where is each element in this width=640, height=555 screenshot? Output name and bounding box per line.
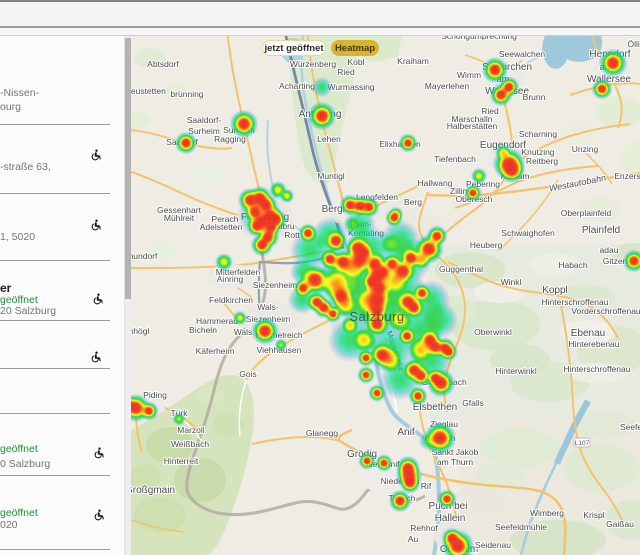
svg-text:Hinterschroffenau: Hinterschroffenau xyxy=(564,364,631,374)
svg-text:am Thurn: am Thurn xyxy=(437,457,473,467)
svg-text:Seefel: Seefel xyxy=(620,422,640,432)
svg-text:Winkl: Winkl xyxy=(501,277,522,287)
svg-text:Vorderschroffenau: Vorderschroffenau xyxy=(571,306,640,316)
svg-text:Wimberg: Wimberg xyxy=(530,508,564,518)
svg-text:Kraiham: Kraiham xyxy=(397,56,429,66)
svg-text:Muntigl: Muntigl xyxy=(317,171,345,181)
svg-text:Wals: Wals xyxy=(234,327,253,337)
svg-text:Ried: Ried xyxy=(337,67,355,77)
svg-text:Hinterebenau: Hinterebenau xyxy=(568,339,619,349)
svg-text:Au: Au xyxy=(408,534,419,544)
svg-text:Rehhof: Rehhof xyxy=(410,523,438,533)
svg-text:Großgmain: Großgmain xyxy=(131,485,175,496)
svg-text:L107: L107 xyxy=(575,440,590,447)
svg-text:Adelstetten: Adelstetten xyxy=(200,222,243,232)
svg-text:Hinterreit: Hinterreit xyxy=(164,456,199,466)
svg-text:Oberwinkl: Oberwinkl xyxy=(474,327,512,337)
svg-text:Wimm: Wimm xyxy=(457,70,481,80)
svg-text:Heuberg: Heuberg xyxy=(470,240,503,250)
svg-text:inhögl: inhögl xyxy=(131,326,149,336)
svg-text:Guggenthal: Guggenthal xyxy=(439,264,483,274)
svg-text:Salzburg: Salzburg xyxy=(349,309,404,324)
svg-text:Weißbach: Weißbach xyxy=(171,439,209,449)
svg-text:Hinterwinkl: Hinterwinkl xyxy=(495,366,537,376)
svg-text:Scharning: Scharning xyxy=(519,129,558,139)
svg-text:Hallwang: Hallwang xyxy=(418,178,453,188)
svg-text:Marzoll: Marzoll xyxy=(177,425,205,435)
svg-text:Koppl: Koppl xyxy=(542,285,568,296)
svg-text:Brunn: Brunn xyxy=(523,92,546,102)
svg-text:Mühlreit: Mühlreit xyxy=(164,213,195,223)
svg-text:Hallein: Hallein xyxy=(435,513,466,524)
svg-text:Seidenau: Seidenau xyxy=(475,540,511,550)
svg-text:hundorf: hundorf xyxy=(131,251,158,261)
svg-text:Ainring: Ainring xyxy=(217,274,244,284)
svg-text:Habach: Habach xyxy=(558,260,588,270)
svg-text:Unzing: Unzing xyxy=(572,144,599,154)
svg-text:Abtsdorf: Abtsdorf xyxy=(147,59,179,69)
svg-text:Plainfeld: Plainfeld xyxy=(582,225,620,236)
svg-text:Berg: Berg xyxy=(404,197,422,207)
svg-text:Oberplainfeld: Oberplainfeld xyxy=(561,208,612,218)
svg-text:Piding: Piding xyxy=(143,390,167,400)
svg-text:Wurmassing: Wurmassing xyxy=(327,82,374,92)
svg-text:Acharting: Acharting xyxy=(279,81,315,91)
svg-text:Mayerlehen: Mayerlehen xyxy=(425,81,470,91)
svg-text:Ebenau: Ebenau xyxy=(571,328,605,339)
svg-text:Lehen: Lehen xyxy=(317,134,341,144)
svg-text:Leustetten: Leustetten xyxy=(131,86,166,96)
svg-text:Saaldorf-: Saaldorf- xyxy=(187,115,222,125)
svg-text:Gois: Gois xyxy=(239,369,256,379)
svg-text:Kobl: Kobl xyxy=(347,57,364,67)
svg-text:Gfalls: Gfalls xyxy=(462,398,484,408)
svg-text:Bicheln: Bicheln xyxy=(189,325,217,335)
svg-text:Reitberg: Reitberg xyxy=(526,156,558,166)
svg-text:Siezenheim: Siezenheim xyxy=(253,280,297,290)
svg-text:Enzersberg: Enzersberg xyxy=(614,171,640,181)
svg-text:Glanegg: Glanegg xyxy=(306,428,338,438)
svg-text:Halberstätten: Halberstätten xyxy=(447,121,498,131)
svg-text:Schöngumprechting: Schöngumprechting xyxy=(441,36,517,41)
svg-text:Tiefenbach: Tiefenbach xyxy=(434,154,476,164)
svg-text:Seefeldmühle: Seefeldmühle xyxy=(495,522,547,532)
svg-text:brünning: brünning xyxy=(170,89,203,99)
svg-text:Schwaighofen: Schwaighofen xyxy=(501,228,555,238)
svg-text:Feldkirchen: Feldkirchen xyxy=(209,295,253,305)
svg-text:Gaißau: Gaißau xyxy=(606,519,634,529)
svg-text:Anif: Anif xyxy=(397,427,414,438)
svg-text:Käferheim: Käferheim xyxy=(196,346,235,356)
svg-text:Würzenberg: Würzenberg xyxy=(290,59,337,69)
svg-text:Rif: Rif xyxy=(421,481,432,491)
svg-text:adau: adau xyxy=(600,245,619,255)
svg-text:Krispl: Krispl xyxy=(583,510,604,520)
svg-text:Öllin: Öllin xyxy=(627,39,640,49)
svg-text:Seewalchen: Seewalchen xyxy=(499,49,546,59)
svg-text:Wals-: Wals- xyxy=(257,302,279,312)
